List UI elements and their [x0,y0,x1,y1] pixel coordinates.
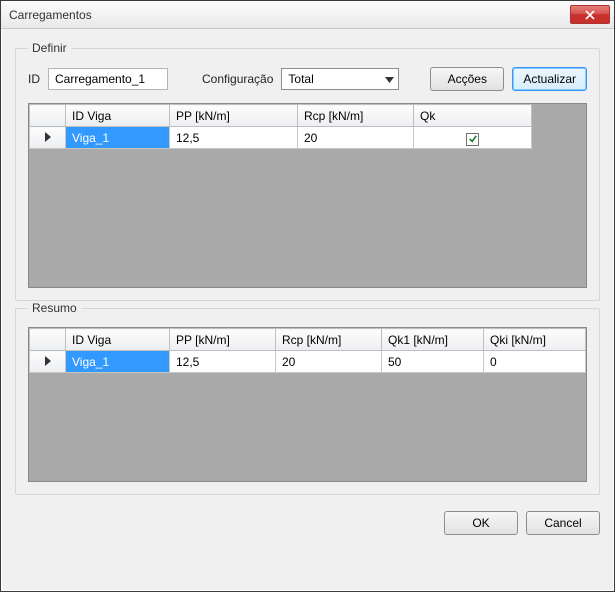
cell-pp[interactable]: 12,5 [170,127,298,149]
cell-pp[interactable]: 12,5 [170,351,276,373]
id-label: ID [28,72,40,86]
config-label: Configuração [202,72,273,86]
actualizar-button[interactable]: Actualizar [512,67,587,91]
col-rcp[interactable]: Rcp [kN/m] [276,329,382,351]
dialog-client: Definir ID Configuração Total Acções Act… [1,29,614,591]
col-qki[interactable]: Qki [kN/m] [484,329,586,351]
dialog-footer: OK Cancel [15,511,600,535]
cell-id-viga[interactable]: Viga_1 [66,127,170,149]
cell-rcp[interactable]: 20 [298,127,414,149]
chevron-down-icon [385,72,394,86]
row-indicator-icon [45,132,51,142]
definir-legend: Definir [28,41,71,55]
config-select-value: Total [288,72,313,86]
titlebar: Carregamentos [1,1,614,29]
config-select[interactable]: Total [281,68,399,90]
dialog-window: Carregamentos Definir ID Configuração To… [0,0,615,592]
cell-qki[interactable]: 0 [484,351,586,373]
cancel-button[interactable]: Cancel [526,511,600,535]
definir-group: Definir ID Configuração Total Acções Act… [15,41,600,301]
col-qk1[interactable]: Qk1 [kN/m] [382,329,484,351]
window-title: Carregamentos [9,8,570,22]
col-pp[interactable]: PP [kN/m] [170,329,276,351]
col-id-viga[interactable]: ID Viga [66,329,170,351]
row-indicator [30,351,66,373]
cell-qk[interactable] [414,127,532,149]
row-header-corner [30,105,66,127]
row-header-corner [30,329,66,351]
row-indicator [30,127,66,149]
close-icon [585,10,595,20]
table-row[interactable]: Viga_1 12,5 20 [30,127,532,149]
col-qk[interactable]: Qk [414,105,532,127]
id-input[interactable] [48,68,168,90]
resumo-legend: Resumo [28,301,81,315]
table-row[interactable]: Viga_1 12,5 20 50 0 [30,351,586,373]
col-id-viga[interactable]: ID Viga [66,105,170,127]
definir-grid[interactable]: ID Viga PP [kN/m] Rcp [kN/m] Qk Viga_1 1… [28,103,587,288]
table-header-row: ID Viga PP [kN/m] Rcp [kN/m] Qk [30,105,532,127]
resumo-group: Resumo ID Viga PP [kN/m] Rcp [kN/m] Qk1 … [15,301,600,495]
cell-rcp[interactable]: 20 [276,351,382,373]
col-rcp[interactable]: Rcp [kN/m] [298,105,414,127]
cell-id-viga[interactable]: Viga_1 [66,351,170,373]
cell-qk1[interactable]: 50 [382,351,484,373]
col-pp[interactable]: PP [kN/m] [170,105,298,127]
close-button[interactable] [570,5,610,24]
definir-table: ID Viga PP [kN/m] Rcp [kN/m] Qk Viga_1 1… [29,104,532,149]
row-indicator-icon [45,356,51,366]
table-header-row: ID Viga PP [kN/m] Rcp [kN/m] Qk1 [kN/m] … [30,329,586,351]
resumo-grid[interactable]: ID Viga PP [kN/m] Rcp [kN/m] Qk1 [kN/m] … [28,327,587,482]
qk-checkbox[interactable] [466,133,479,146]
definir-controls-row: ID Configuração Total Acções Actualizar [28,67,587,91]
resumo-table: ID Viga PP [kN/m] Rcp [kN/m] Qk1 [kN/m] … [29,328,586,373]
accoes-button[interactable]: Acções [430,67,504,91]
ok-button[interactable]: OK [444,511,518,535]
